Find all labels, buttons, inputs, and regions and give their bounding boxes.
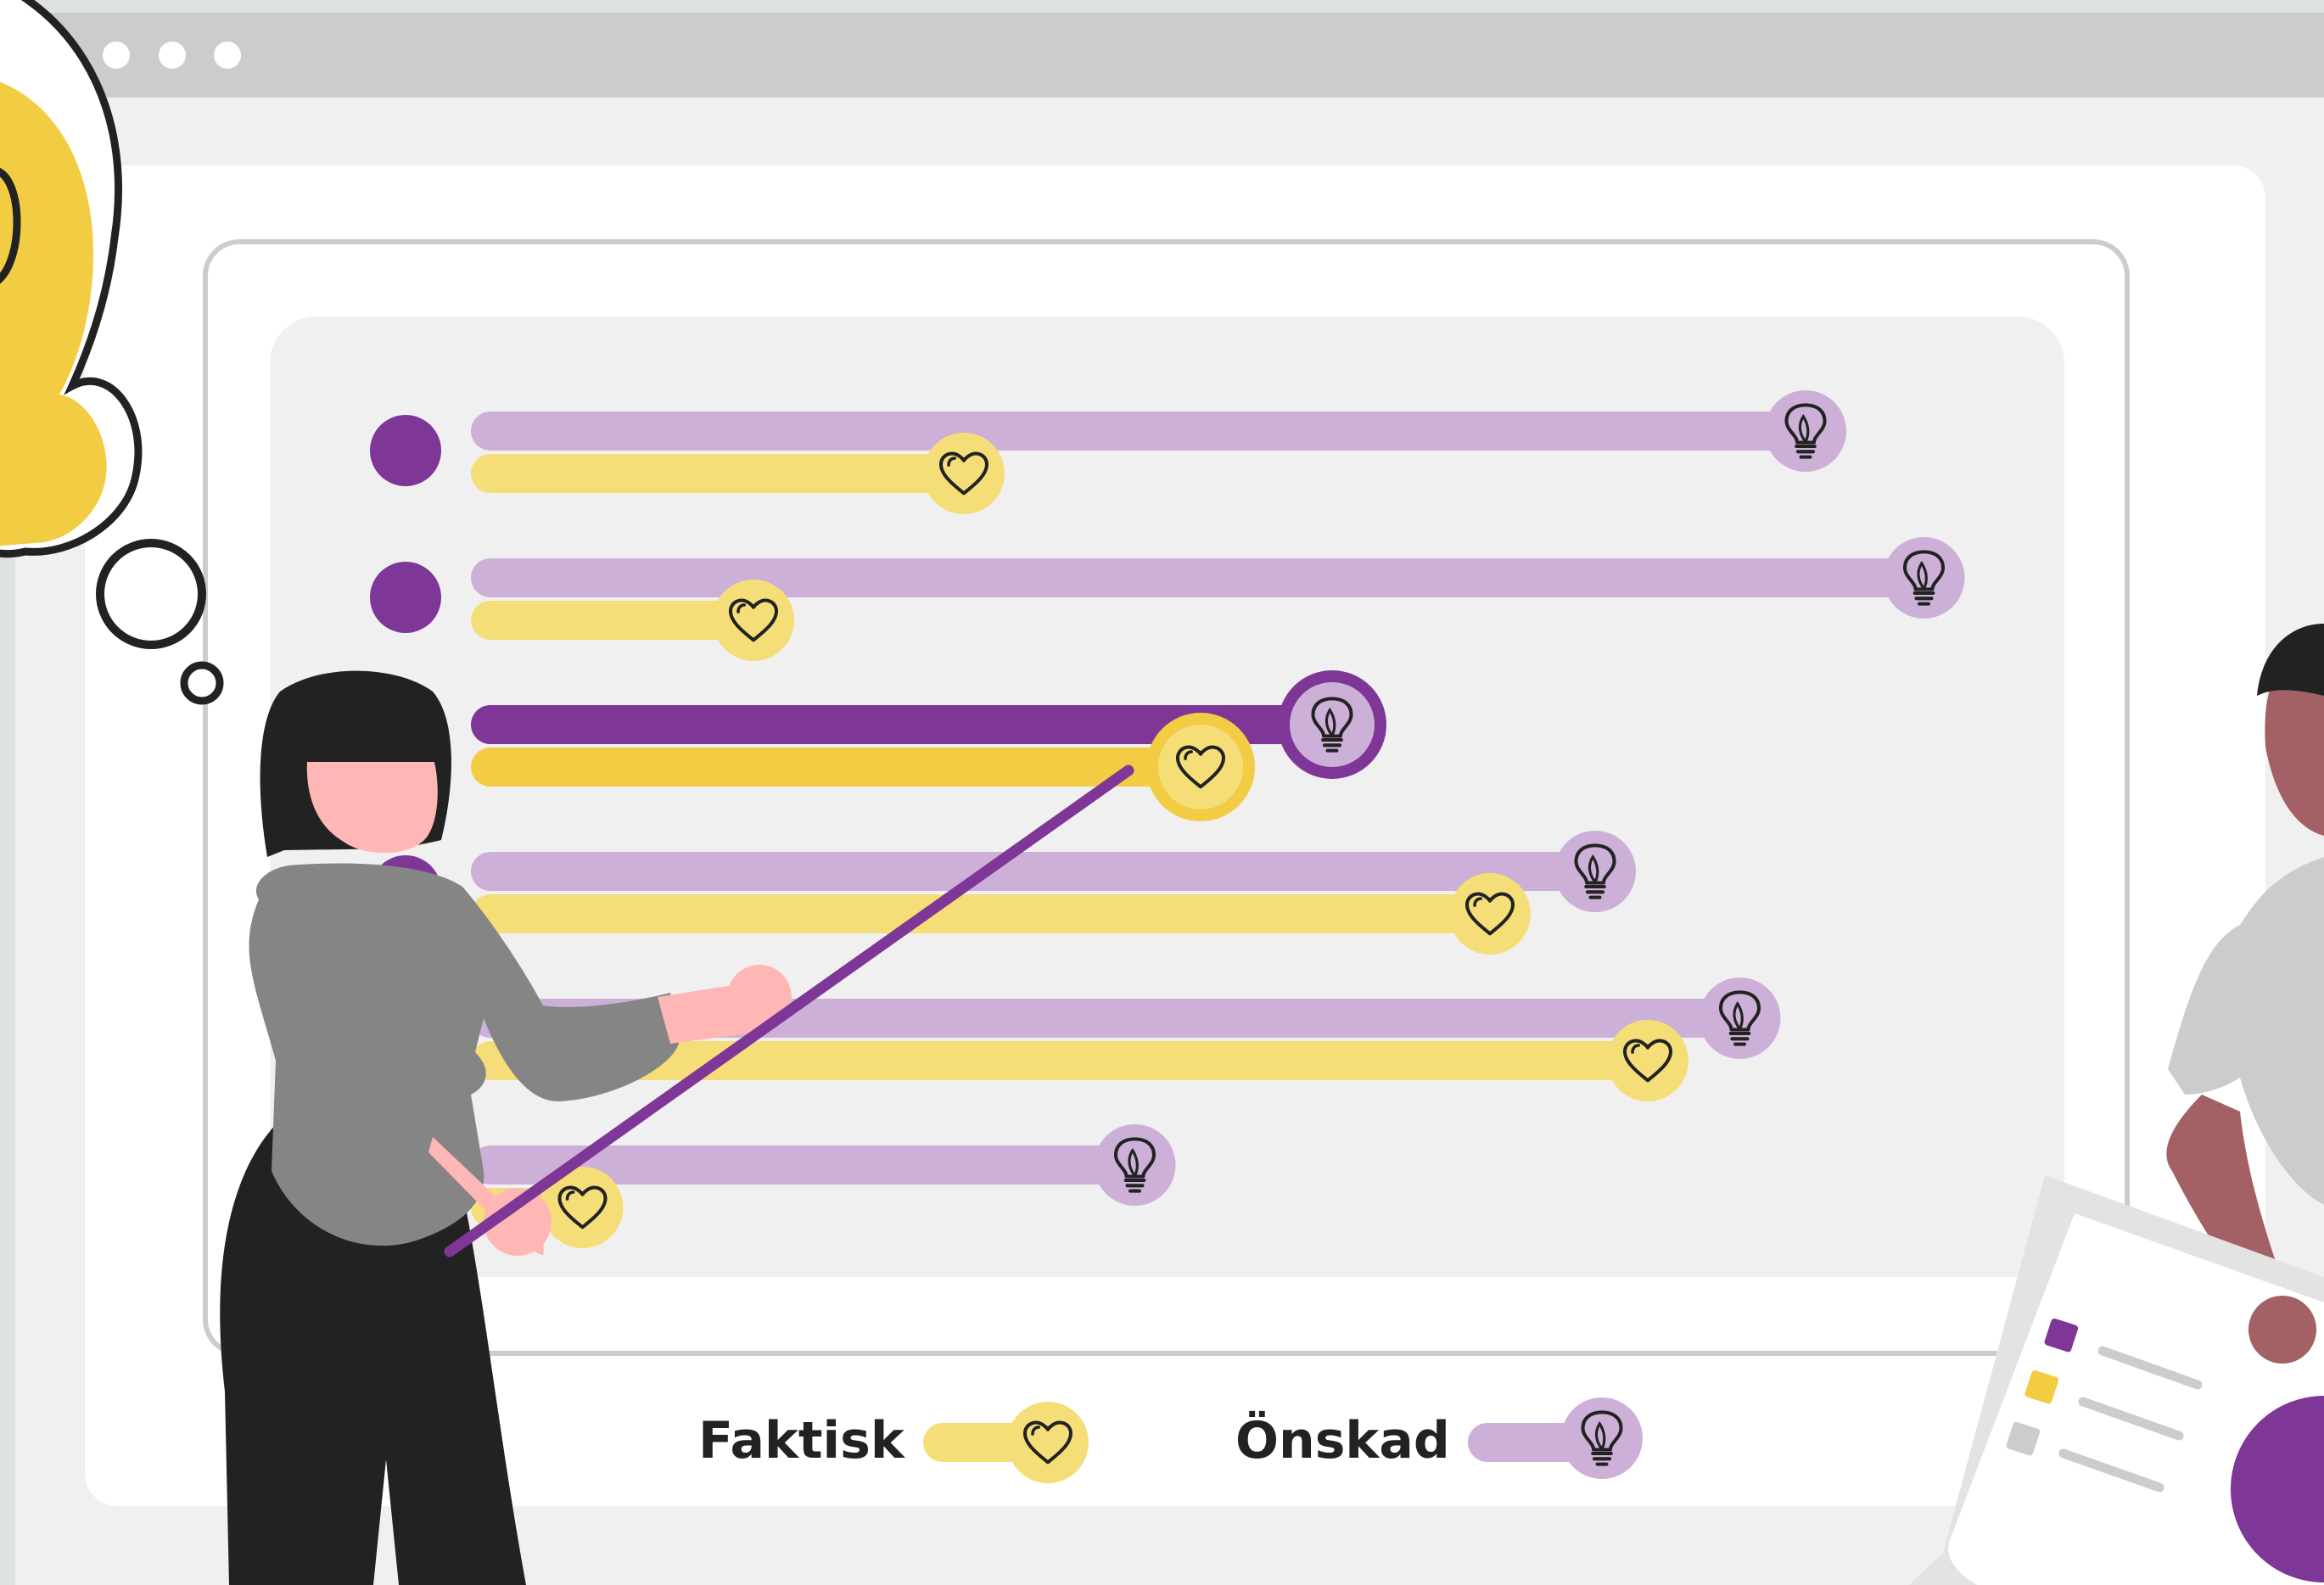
row-bullet: [370, 562, 441, 633]
legend-actual-badge: [1007, 1402, 1089, 1483]
actual-badge: [713, 580, 794, 661]
desired-badge: [1290, 682, 1375, 767]
actual-badge: [1607, 1020, 1688, 1101]
legend-actual-label: Faktisk: [698, 1411, 904, 1470]
window-dot[interactable]: [214, 42, 241, 69]
actual-badge: [923, 433, 1005, 514]
desired-badge: [1765, 390, 1846, 472]
window-dot[interactable]: [103, 42, 130, 69]
browser-titlebar: [15, 13, 2324, 98]
actual-badge: [1449, 873, 1531, 955]
desired-badge: [1094, 1124, 1176, 1206]
desired-badge: [1699, 977, 1781, 1059]
legend-desired-label: Önskad: [1235, 1411, 1450, 1470]
illustration: [0, 0, 2324, 1585]
desired-badge: [1554, 831, 1636, 912]
row-bullet: [370, 415, 441, 486]
legend-desired-badge: [1561, 1397, 1643, 1479]
window-dot[interactable]: [159, 42, 186, 69]
actual-badge: [1158, 725, 1243, 809]
desired-badge: [1883, 537, 1965, 619]
